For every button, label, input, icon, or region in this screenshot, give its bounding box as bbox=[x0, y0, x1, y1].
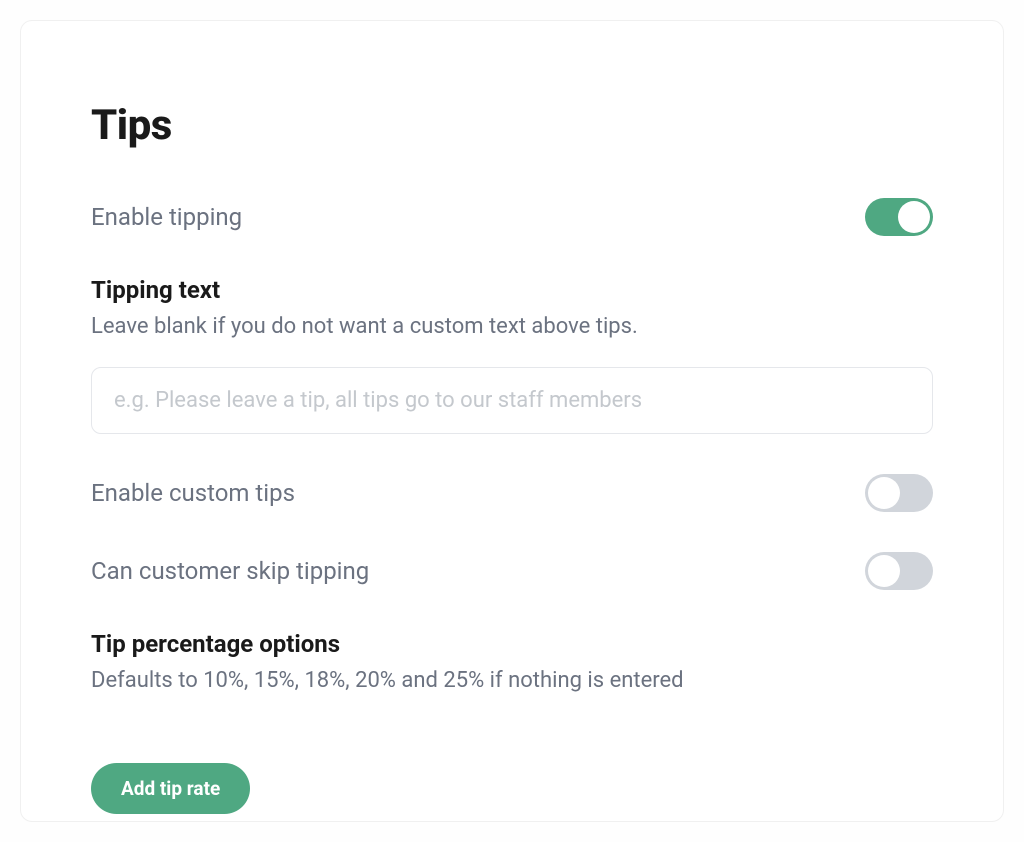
tip-percentage-subtext: Defaults to 10%, 15%, 18%, 20% and 25% i… bbox=[91, 668, 933, 693]
enable-tipping-label: Enable tipping bbox=[91, 203, 242, 231]
can-skip-tipping-label: Can customer skip tipping bbox=[91, 557, 369, 585]
tip-percentage-heading: Tip percentage options bbox=[91, 630, 933, 658]
tip-percentage-section: Tip percentage options Defaults to 10%, … bbox=[91, 630, 933, 693]
toggle-knob bbox=[898, 201, 930, 233]
page-title: Tips bbox=[91, 101, 933, 150]
enable-tipping-row: Enable tipping bbox=[91, 198, 933, 236]
enable-custom-tips-toggle[interactable] bbox=[865, 474, 933, 512]
add-tip-rate-button[interactable]: Add tip rate bbox=[91, 763, 250, 814]
tipping-text-input[interactable] bbox=[91, 367, 933, 434]
tipping-text-section: Tipping text Leave blank if you do not w… bbox=[91, 276, 933, 474]
enable-custom-tips-row: Enable custom tips bbox=[91, 474, 933, 512]
can-skip-tipping-toggle[interactable] bbox=[865, 552, 933, 590]
toggle-knob bbox=[868, 477, 900, 509]
toggle-knob bbox=[868, 555, 900, 587]
enable-tipping-toggle[interactable] bbox=[865, 198, 933, 236]
tipping-text-heading: Tipping text bbox=[91, 276, 933, 304]
can-skip-tipping-row: Can customer skip tipping bbox=[91, 552, 933, 590]
tipping-text-subtext: Leave blank if you do not want a custom … bbox=[91, 314, 933, 339]
enable-custom-tips-label: Enable custom tips bbox=[91, 479, 295, 507]
tips-settings-card: Tips Enable tipping Tipping text Leave b… bbox=[20, 20, 1004, 822]
